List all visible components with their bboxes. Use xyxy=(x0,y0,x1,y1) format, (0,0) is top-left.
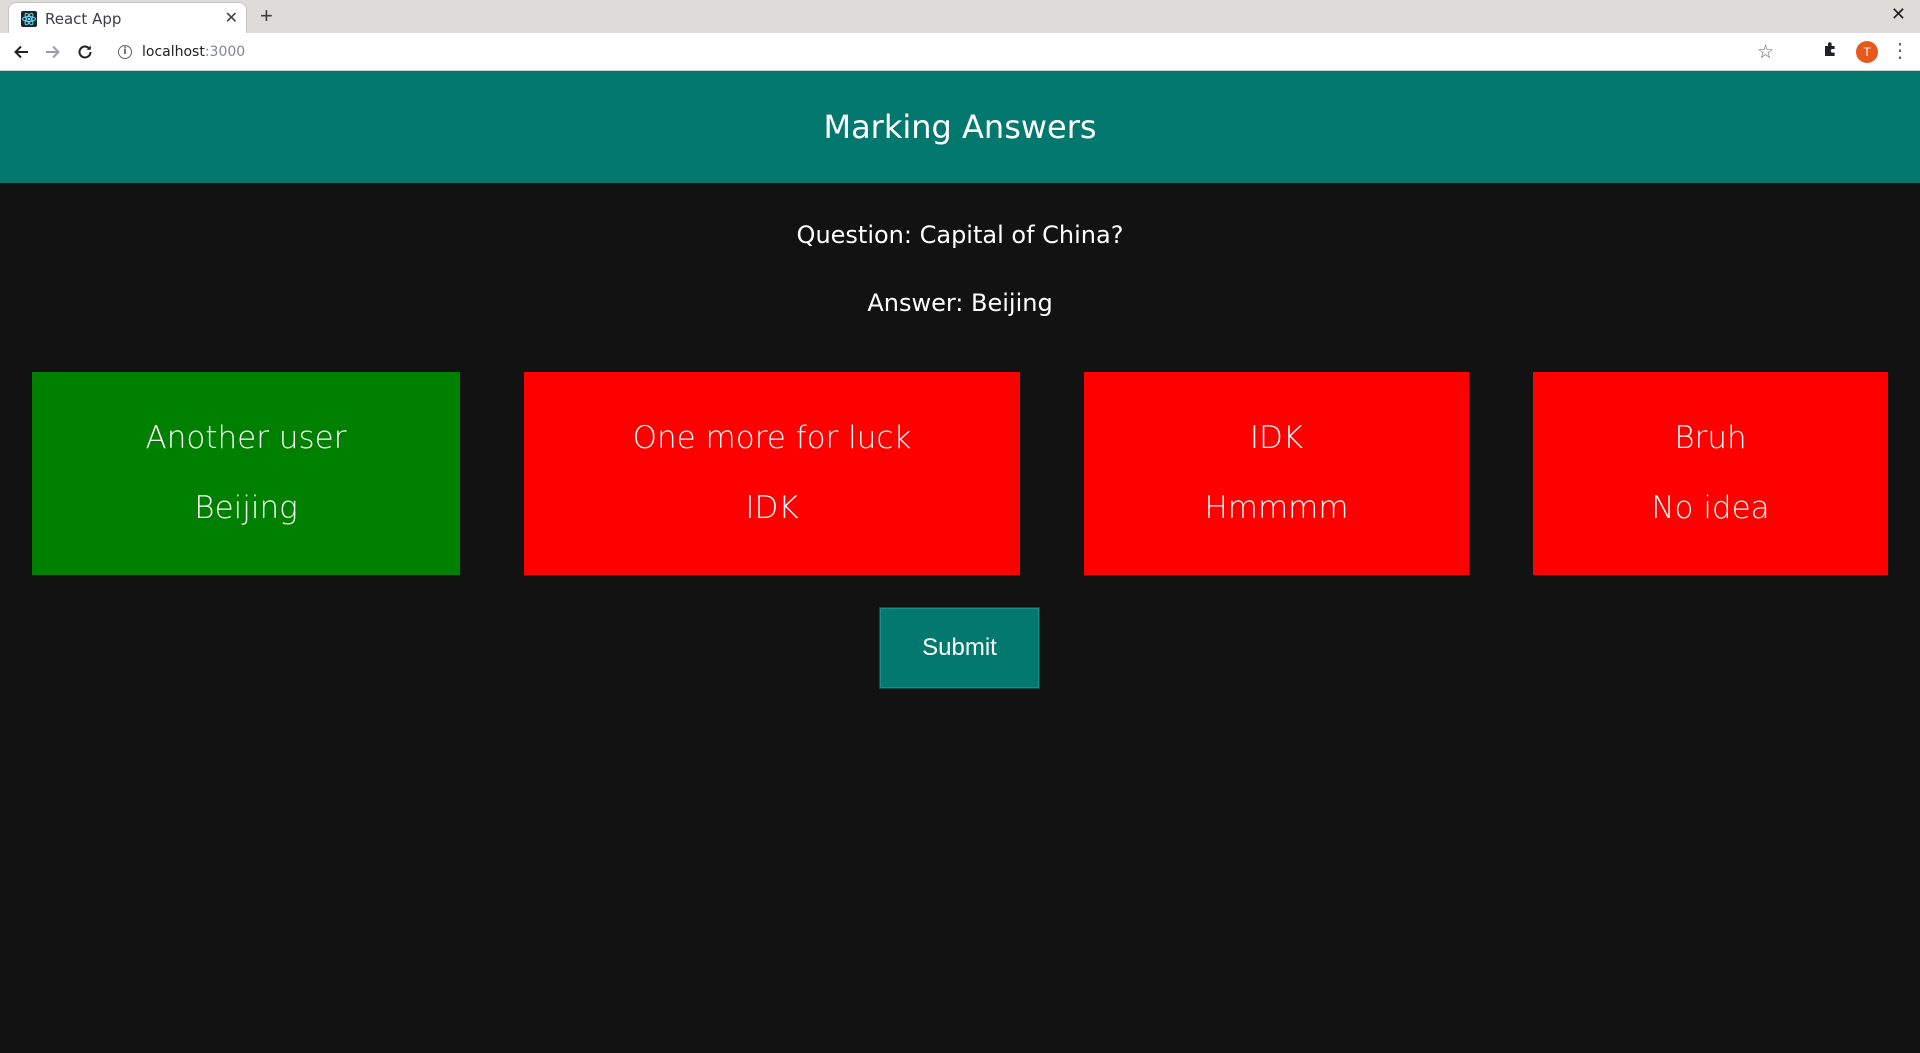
answer-card-correct[interactable]: Another user Beijing xyxy=(32,372,460,575)
tab-title: React App xyxy=(45,10,122,28)
kebab-menu-icon[interactable]: ⋮ xyxy=(1890,38,1910,63)
card-answer: No idea xyxy=(1651,490,1770,526)
card-answer: Beijing xyxy=(194,490,298,526)
back-arrow-icon[interactable] xyxy=(8,39,34,65)
forward-arrow-icon[interactable] xyxy=(40,39,66,65)
tab-close-icon[interactable]: ✕ xyxy=(225,8,238,28)
address-bar[interactable]: i localhost:3000 ☆ xyxy=(106,37,1786,67)
info-icon[interactable]: i xyxy=(118,45,132,59)
question-text: Question: Capital of China? xyxy=(796,221,1124,249)
url-text: localhost:3000 xyxy=(142,44,245,60)
card-answer: Hmmmm xyxy=(1204,490,1349,526)
browser-toolbar: i localhost:3000 ☆ xyxy=(0,33,1920,71)
answer-card-incorrect[interactable]: IDK Hmmmm xyxy=(1084,372,1469,575)
card-user-name: Another user xyxy=(145,420,347,456)
star-icon[interactable]: ☆ xyxy=(1757,41,1774,64)
answer-card-incorrect[interactable]: Bruh No idea xyxy=(1533,372,1888,575)
answer-card-incorrect[interactable]: One more for luck IDK xyxy=(524,372,1020,575)
card-answer: IDK xyxy=(745,490,799,526)
page-title: Marking Answers xyxy=(823,108,1097,146)
window-close-icon[interactable]: ✕ xyxy=(1891,4,1906,25)
correct-answer-text: Answer: Beijing xyxy=(867,289,1053,317)
app-header: Marking Answers xyxy=(0,71,1920,183)
reload-icon[interactable] xyxy=(72,39,98,65)
avatar[interactable]: T xyxy=(1856,41,1878,63)
new-tab-icon[interactable]: + xyxy=(260,3,273,29)
submit-button[interactable]: Submit xyxy=(879,607,1040,689)
browser-tab[interactable]: React App ✕ xyxy=(8,2,247,33)
browser-tab-strip: React App ✕ + ✕ xyxy=(0,0,1920,33)
card-user-name: One more for luck xyxy=(632,420,912,456)
card-user-name: Bruh xyxy=(1674,420,1747,456)
react-logo-icon xyxy=(21,11,37,27)
card-user-name: IDK xyxy=(1249,420,1304,456)
url-port: :3000 xyxy=(204,44,246,60)
page-content: Marking Answers Question: Capital of Chi… xyxy=(0,71,1920,1053)
puzzle-icon[interactable] xyxy=(1822,40,1840,63)
url-host: localhost xyxy=(142,44,205,60)
